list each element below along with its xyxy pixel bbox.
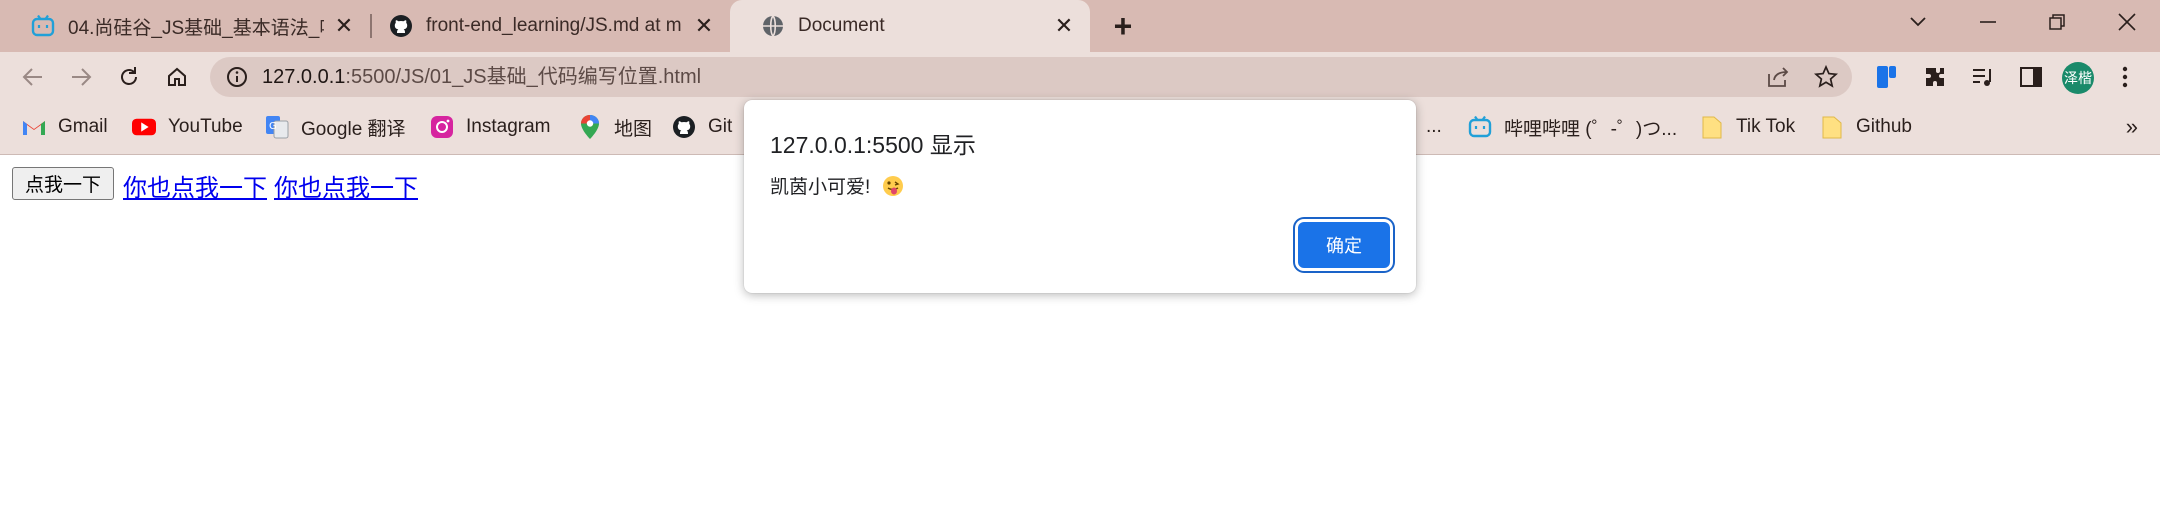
bookmark-label: Git bbox=[708, 116, 733, 137]
profile-avatar[interactable]: 泽楷 bbox=[2062, 62, 2094, 94]
bookmark-label: ... bbox=[1426, 116, 1442, 137]
reload-icon[interactable] bbox=[112, 60, 146, 94]
side-panel-icon[interactable] bbox=[2014, 60, 2048, 94]
bookmark-label: 哔哩哔哩 (゜-゜)つ... bbox=[1504, 118, 1678, 140]
bookmark-label: Instagram bbox=[466, 116, 551, 137]
dialog-title: 127.0.0.1:5500 显示 bbox=[770, 132, 976, 158]
bookmark-github[interactable]: Git bbox=[672, 102, 732, 152]
menu-icon[interactable] bbox=[2108, 60, 2142, 94]
tab-search-icon[interactable] bbox=[1885, 0, 1951, 44]
tab-bilibili[interactable]: 04.尚硅谷_JS基础_基本语法_哔哩 ✕ bbox=[0, 0, 370, 52]
tab-title: front-end_learning/JS.md at m bbox=[426, 15, 682, 36]
close-window-button[interactable] bbox=[2094, 0, 2160, 44]
bookmark-label: 地图 bbox=[614, 118, 653, 140]
bookmark-star-icon[interactable] bbox=[1813, 64, 1839, 94]
trello-extension-icon[interactable] bbox=[1870, 60, 1904, 94]
bookmark-folder-github[interactable]: Github bbox=[1820, 102, 1912, 152]
github-icon bbox=[388, 13, 414, 39]
tab-title: Document bbox=[798, 15, 885, 36]
link-click-me-too-1[interactable]: 你也点我一下 bbox=[123, 168, 267, 203]
browser-toolbar: 127.0.0.1:5500/JS/01_JS基础_代码编写位置.html 泽楷 bbox=[0, 52, 2160, 102]
back-icon[interactable] bbox=[16, 60, 50, 94]
gmail-icon bbox=[22, 115, 46, 139]
share-icon[interactable] bbox=[1766, 66, 1790, 93]
globe-icon bbox=[760, 13, 786, 39]
bookmark-gmail[interactable]: Gmail bbox=[22, 102, 108, 152]
bilibili-icon bbox=[1468, 115, 1492, 139]
tab-document[interactable]: Document ✕ bbox=[730, 0, 1090, 52]
address-bar[interactable]: 127.0.0.1:5500/JS/01_JS基础_代码编写位置.html bbox=[210, 57, 1852, 97]
bookmark-label: Tik Tok bbox=[1736, 116, 1796, 137]
bookmark-youtube[interactable]: YouTube bbox=[132, 102, 243, 152]
close-icon[interactable]: ✕ bbox=[1052, 13, 1076, 38]
dialog-message-row: 凯茵小可爱! bbox=[770, 172, 904, 199]
tongue-face-emoji-icon bbox=[882, 175, 904, 197]
restore-button[interactable] bbox=[2024, 0, 2090, 44]
bookmark-maps[interactable]: 地图 bbox=[578, 102, 652, 152]
maps-icon bbox=[578, 115, 602, 139]
svg-text:G: G bbox=[269, 121, 277, 132]
minimize-button[interactable] bbox=[1955, 0, 2021, 44]
bookmark-instagram[interactable]: Instagram bbox=[430, 102, 550, 152]
alert-dialog: 127.0.0.1:5500 显示 凯茵小可爱! 确定 bbox=[744, 100, 1416, 293]
forward-icon[interactable] bbox=[64, 60, 98, 94]
bookmark-folder-tiktok[interactable]: Tik Tok bbox=[1700, 102, 1795, 152]
bookmark-bilibili[interactable]: 哔哩哔哩 (゜-゜)つ... bbox=[1468, 102, 1677, 152]
folder-icon bbox=[1820, 115, 1844, 139]
tab-strip: 04.尚硅谷_JS基础_基本语法_哔哩 ✕ front-end_learning… bbox=[0, 0, 2160, 52]
bookmark-hidden[interactable]: ... bbox=[1426, 102, 1442, 152]
tab-github[interactable]: front-end_learning/JS.md at m ✕ bbox=[358, 0, 730, 52]
folder-icon bbox=[1700, 115, 1724, 139]
bookmark-label: Google 翻译 bbox=[301, 118, 406, 140]
click-me-button[interactable]: 点我一下 bbox=[12, 167, 115, 200]
youtube-icon bbox=[132, 115, 156, 139]
extensions-icon[interactable] bbox=[1918, 60, 1952, 94]
media-controls-icon[interactable] bbox=[1966, 60, 2000, 94]
close-icon[interactable]: ✕ bbox=[692, 13, 716, 38]
bookmark-label: Github bbox=[1856, 116, 1912, 137]
close-icon[interactable]: ✕ bbox=[332, 13, 356, 38]
bilibili-icon bbox=[30, 13, 56, 39]
url-path: :5500/JS/01_JS基础_代码编写位置.html bbox=[345, 66, 702, 88]
chevron-double-right-icon[interactable]: » bbox=[2126, 114, 2138, 140]
github-icon bbox=[672, 115, 696, 139]
ok-button[interactable]: 确定 bbox=[1298, 222, 1390, 268]
bookmark-label: Gmail bbox=[58, 116, 108, 137]
instagram-icon bbox=[430, 115, 454, 139]
site-info-icon[interactable] bbox=[226, 66, 248, 93]
url-host: 127.0.0.1 bbox=[262, 66, 346, 88]
url-text[interactable]: 127.0.0.1:5500/JS/01_JS基础_代码编写位置.html bbox=[262, 57, 701, 97]
bookmark-label: YouTube bbox=[168, 116, 243, 137]
dialog-message: 凯茵小可爱! bbox=[770, 177, 871, 198]
new-tab-button[interactable]: + bbox=[1106, 8, 1140, 44]
home-icon[interactable] bbox=[160, 60, 194, 94]
tab-title: 04.尚硅谷_JS基础_基本语法_哔哩 bbox=[68, 17, 324, 39]
link-click-me-too-2[interactable]: 你也点我一下 bbox=[274, 168, 418, 203]
bookmark-google-translate[interactable]: G Google 翻译 bbox=[265, 102, 406, 152]
google-translate-icon: G bbox=[265, 115, 289, 139]
